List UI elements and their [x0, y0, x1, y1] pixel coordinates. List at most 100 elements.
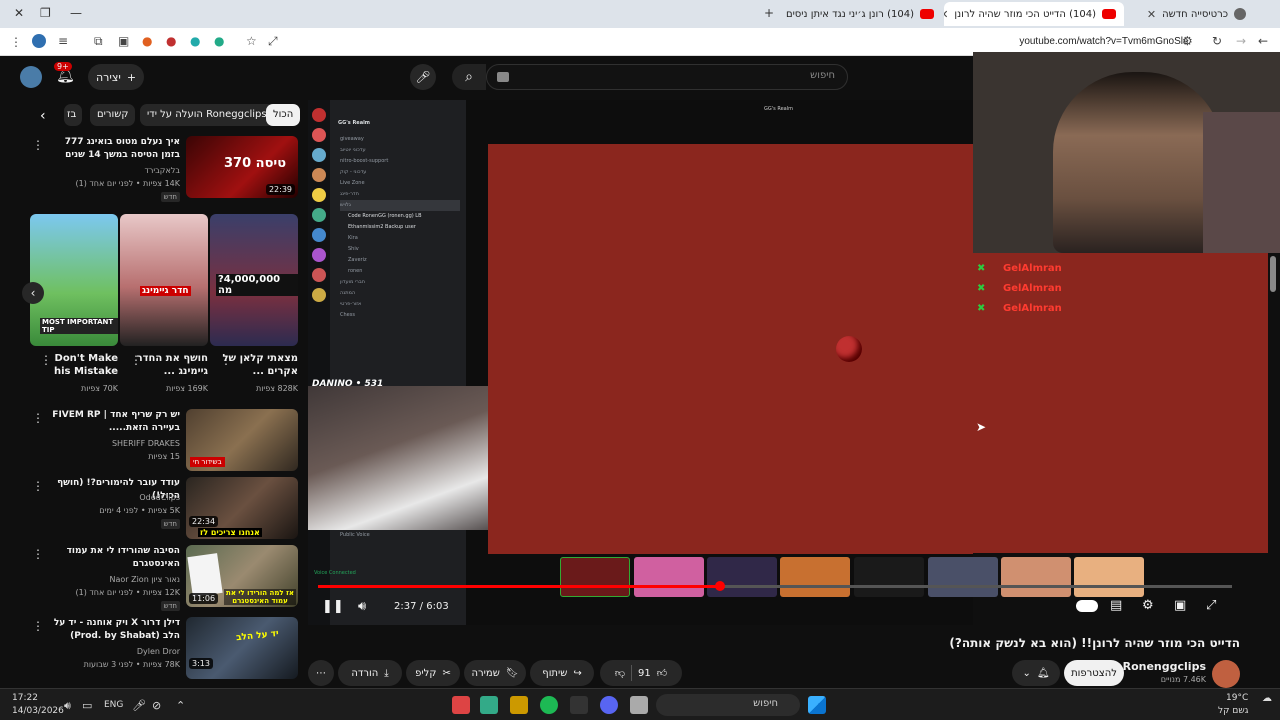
- weather-temp[interactable]: 19°C: [1226, 693, 1248, 703]
- server-icon[interactable]: [312, 108, 326, 122]
- chip-all[interactable]: הכול: [266, 104, 301, 126]
- video-title[interactable]: הסיבה שהורידו לי את עמוד האינסטגרם: [50, 545, 180, 571]
- chip[interactable]: הועלה על ידי Roneggclips: [140, 104, 274, 126]
- extensions-icon[interactable]: ≡: [58, 34, 68, 48]
- restore-window-icon[interactable]: ❐: [40, 6, 51, 20]
- new-tab-icon[interactable]: +: [764, 6, 774, 20]
- site-settings-icon[interactable]: ⚙: [1182, 34, 1193, 48]
- extension-icon[interactable]: ●: [190, 34, 200, 48]
- network-icon[interactable]: ▭: [82, 699, 92, 712]
- clock-time[interactable]: 17:22: [12, 693, 38, 703]
- chevron-up-icon[interactable]: ⌃: [176, 699, 185, 712]
- clip-button[interactable]: קליפ ✂: [406, 660, 460, 686]
- chevron-left-icon[interactable]: ‹: [40, 108, 46, 124]
- save-button[interactable]: שמירה 🔖︎: [464, 660, 526, 686]
- scrollbar-thumb[interactable]: [1270, 256, 1276, 292]
- channel-item[interactable]: עדכוני - קוק: [340, 167, 460, 178]
- channel-avatar[interactable]: [1212, 660, 1240, 688]
- channel-name[interactable]: בלאקבירד: [40, 166, 181, 175]
- video-thumbnail[interactable]: אז למה הורידו לי את עמוד האינסטגרם 11:06: [186, 545, 298, 607]
- channel-item[interactable]: Public Voice: [340, 532, 370, 538]
- close-tab-icon[interactable]: ✕: [944, 8, 948, 21]
- shorts-prev-icon[interactable]: ‹: [22, 282, 44, 304]
- list-item[interactable]: ⋮ הסיבה שהורידו לי את עמוד האינסטגרם נאו…: [30, 545, 300, 611]
- more-options-icon[interactable]: ⋮: [32, 138, 44, 152]
- mic-icon[interactable]: 🎤︎: [132, 699, 146, 712]
- tab-video-active[interactable]: (104) הדייט הכי מוזר שהיה לרונן ✕: [944, 2, 1124, 26]
- channel-name[interactable]: Dylen Dror: [40, 647, 180, 656]
- server-icon[interactable]: [312, 288, 326, 302]
- url-text[interactable]: youtube.com/watch?v=Tvm6mGnoSls: [1019, 36, 1188, 47]
- subtitles-icon[interactable]: ▤: [1110, 598, 1122, 613]
- puzzle-icon[interactable]: ⧉: [94, 34, 103, 49]
- like-icon[interactable]: 👍︎: [657, 667, 667, 679]
- channel-name[interactable]: Ronenggclips: [1123, 660, 1206, 673]
- voice-search-icon[interactable]: 🎤︎: [410, 64, 436, 90]
- server-icon[interactable]: [312, 168, 326, 182]
- short-title[interactable]: מצאתי קלאן של אקרים ...: [218, 352, 298, 378]
- channel-item[interactable]: Live Zone: [340, 178, 460, 189]
- chrome-icon[interactable]: [480, 696, 498, 714]
- volume-icon[interactable]: 🔊︎: [358, 599, 366, 614]
- tab-new[interactable]: כרטיסייה חדשה ✕: [1126, 2, 1254, 26]
- language-indicator[interactable]: ENG: [104, 700, 123, 710]
- screenshot-icon[interactable]: ⤢: [268, 34, 278, 49]
- video-thumbnail[interactable]: יד על הלב 3:13: [186, 617, 298, 679]
- more-options-icon[interactable]: ⋮: [32, 411, 44, 425]
- share-button[interactable]: שיתוף ↪: [530, 660, 594, 686]
- more-options-icon[interactable]: ⋮: [32, 479, 44, 493]
- bookmark-star-icon[interactable]: ☆: [246, 34, 257, 48]
- chip[interactable]: קשורים: [90, 104, 136, 126]
- dislike-icon[interactable]: 👎︎: [615, 667, 625, 679]
- minimize-window-icon[interactable]: —: [70, 6, 82, 20]
- channel-item[interactable]: חדר-פינג: [340, 189, 460, 200]
- list-item[interactable]: ⋮ עודד עובר להימורים?! (חושף הכול!) Oded…: [30, 477, 300, 541]
- extension-icon[interactable]: ●: [214, 34, 224, 48]
- terminal-icon[interactable]: [570, 696, 588, 714]
- channel-item[interactable]: nitro-boost-support: [340, 156, 460, 167]
- miniplayer-icon[interactable]: ▣: [1174, 598, 1186, 613]
- server-icon[interactable]: [312, 148, 326, 162]
- extension-icon[interactable]: ●: [142, 34, 152, 48]
- channel-name[interactable]: נאור ציון Naor Zion: [40, 575, 180, 584]
- server-icon[interactable]: [312, 208, 326, 222]
- autoplay-toggle[interactable]: [1076, 600, 1098, 612]
- video-thumbnail[interactable]: טיסה 370 22:39: [186, 136, 298, 198]
- video-title[interactable]: איך נעלם מטוס בואינג 777 בזמן הטיסה במשך…: [50, 136, 180, 162]
- short-thumbnail[interactable]: ?4,000,000 מה: [210, 214, 298, 346]
- close-window-icon[interactable]: ✕: [14, 6, 24, 20]
- list-item[interactable]: ⋮ יש רק שריף אחד | FIVEM RP בעיירה הזאת.…: [30, 409, 300, 473]
- short-title[interactable]: חושף את החדר גיימינג ...: [128, 352, 208, 378]
- avatar[interactable]: [20, 66, 42, 88]
- server-icon[interactable]: [312, 248, 326, 262]
- close-tab-icon[interactable]: ✕: [1147, 8, 1156, 21]
- forward-icon[interactable]: →: [1236, 34, 1246, 48]
- short-title[interactable]: Don't Make his Mistake: [38, 352, 118, 378]
- video-thumbnail[interactable]: אנחנו צריכים לז 22:34: [186, 477, 298, 539]
- video-title[interactable]: דילן דרור X ויק אוחנה - יד על הלב (Prod.…: [50, 617, 180, 643]
- discord-icon[interactable]: [600, 696, 618, 714]
- server-icon[interactable]: [312, 268, 326, 282]
- more-options-icon[interactable]: ⋮: [32, 547, 44, 561]
- tab-video-2[interactable]: (104) רונן ג׳יני נגד איתן ניסים!! ✕: [786, 2, 942, 26]
- search-input[interactable]: חיפוש: [486, 64, 848, 90]
- back-icon[interactable]: ←: [1258, 34, 1268, 48]
- keyboard-icon[interactable]: [497, 72, 509, 82]
- short-thumbnail[interactable]: MOST IMPORTANT TIP: [30, 214, 118, 346]
- taskbar-search-input[interactable]: חיפוש: [656, 694, 800, 716]
- video-player[interactable]: GG's Realm giveaway עדכוני יוטיוב nitro-…: [308, 100, 973, 625]
- download-button[interactable]: הורדה ⤓: [338, 660, 402, 686]
- spotify-icon[interactable]: [540, 696, 558, 714]
- channel-item[interactable]: אזור-פרטי: [340, 299, 460, 310]
- notifications-button[interactable]: ⌄ 🔔︎: [1012, 660, 1060, 686]
- fullscreen-icon[interactable]: ⤢: [1206, 598, 1216, 613]
- channel-name[interactable]: OdedClips: [40, 493, 180, 502]
- app-icon[interactable]: [452, 696, 470, 714]
- progress-bar[interactable]: [318, 581, 1232, 591]
- volume-icon[interactable]: 🔊︎: [64, 699, 71, 713]
- profile-icon[interactable]: [32, 34, 46, 48]
- security-icon[interactable]: ⊘: [152, 699, 161, 712]
- chip[interactable]: בז: [64, 104, 82, 126]
- list-item[interactable]: ⋮ איך נעלם מטוס בואינג 777 בזמן הטיסה במ…: [30, 136, 300, 202]
- extension-icon[interactable]: ▣: [118, 34, 129, 48]
